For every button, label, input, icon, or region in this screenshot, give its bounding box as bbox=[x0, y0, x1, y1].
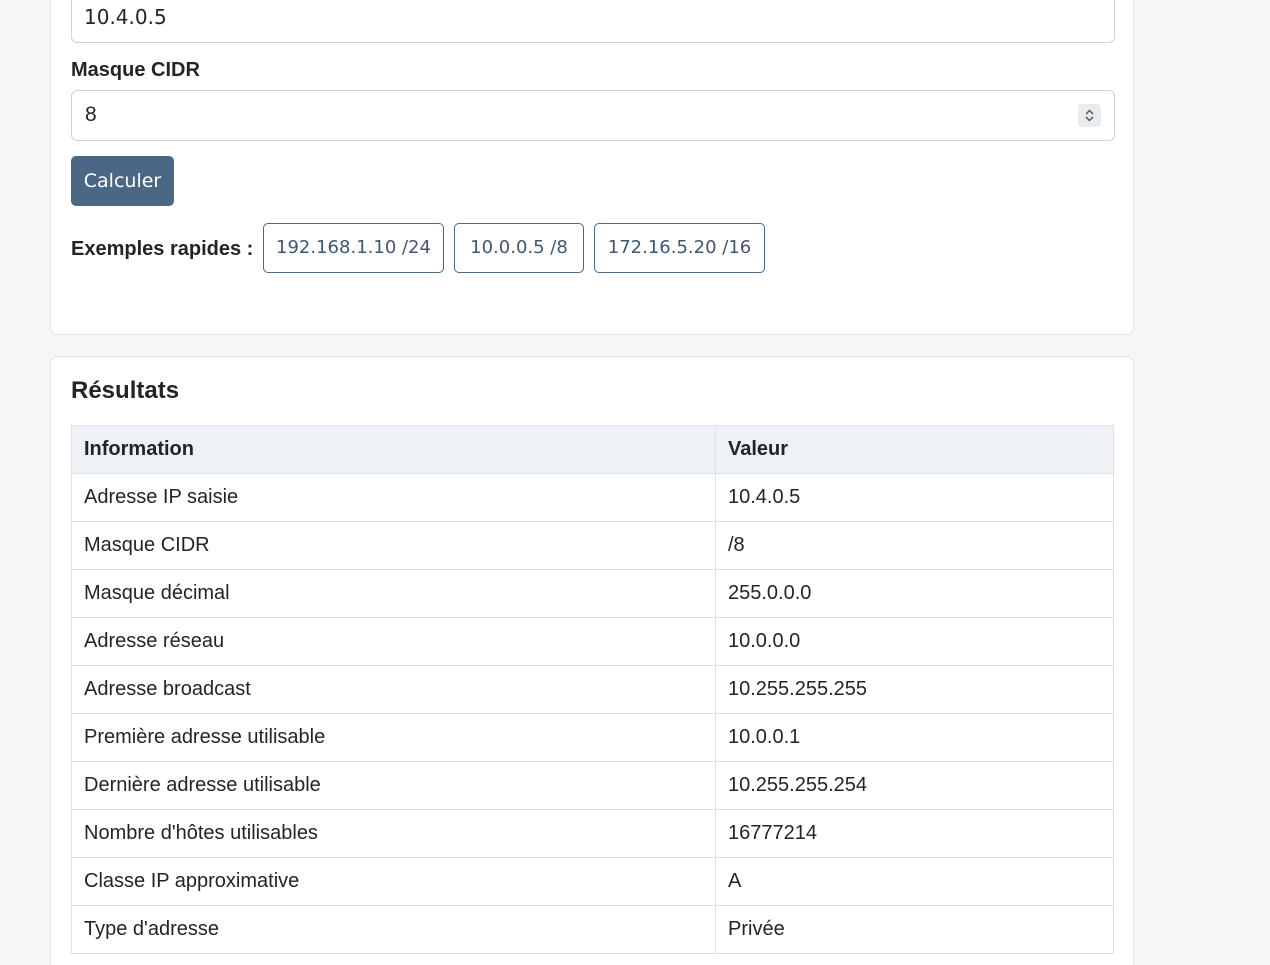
row-value: 10.255.255.254 bbox=[715, 761, 1114, 810]
row-value: 10.0.0.1 bbox=[715, 713, 1114, 762]
calculate-button[interactable]: Calculer bbox=[71, 156, 174, 206]
table-header-row: Information Valeur bbox=[71, 425, 1114, 474]
row-value: 255.0.0.0 bbox=[715, 569, 1114, 618]
row-label: Adresse broadcast bbox=[71, 665, 716, 714]
table-row: Masque décimal 255.0.0.0 bbox=[71, 569, 1114, 618]
row-label: Nombre d'hôtes utilisables bbox=[71, 809, 716, 858]
table-row: Adresse réseau 10.0.0.0 bbox=[71, 617, 1114, 666]
table-row: Classe IP approximative A bbox=[71, 857, 1114, 906]
row-label: Masque décimal bbox=[71, 569, 716, 618]
row-label: Dernière adresse utilisable bbox=[71, 761, 716, 810]
example-button-192-168-1-10[interactable]: 192.168.1.10 /24 bbox=[263, 223, 444, 273]
row-value: Privée bbox=[715, 905, 1114, 954]
calculator-form-card: 10.4.0.5 Masque CIDR 8 Calculer Exemples… bbox=[50, 0, 1134, 335]
page: 10.4.0.5 Masque CIDR 8 Calculer Exemples… bbox=[0, 0, 1270, 965]
row-label: Classe IP approximative bbox=[71, 857, 716, 906]
table-row: Type d'adresse Privée bbox=[71, 905, 1114, 954]
row-value: 10.255.255.255 bbox=[715, 665, 1114, 714]
results-title: Résultats bbox=[71, 377, 180, 404]
example-button-10-0-0-5[interactable]: 10.0.0.5 /8 bbox=[454, 223, 584, 273]
table-row: Dernière adresse utilisable 10.255.255.2… bbox=[71, 761, 1114, 810]
results-card: Résultats Information Valeur Adresse IP … bbox=[50, 356, 1134, 965]
row-value: 10.0.0.0 bbox=[715, 617, 1114, 666]
quick-examples-label: Exemples rapides : bbox=[71, 238, 254, 260]
row-label: Première adresse utilisable bbox=[71, 713, 716, 762]
table-row: Adresse IP saisie 10.4.0.5 bbox=[71, 473, 1114, 522]
number-spinner-icon[interactable] bbox=[1078, 104, 1101, 127]
row-label: Masque CIDR bbox=[71, 521, 716, 570]
row-value: A bbox=[715, 857, 1114, 906]
example-button-172-16-5-20[interactable]: 172.16.5.20 /16 bbox=[594, 223, 765, 273]
row-label: Type d'adresse bbox=[71, 905, 716, 954]
row-label: Adresse IP saisie bbox=[71, 473, 716, 522]
column-header-valeur: Valeur bbox=[715, 425, 1114, 474]
ip-address-input[interactable]: 10.4.0.5 bbox=[71, 0, 1115, 43]
cidr-label: Masque CIDR bbox=[71, 59, 200, 81]
row-label: Adresse réseau bbox=[71, 617, 716, 666]
results-table: Information Valeur Adresse IP saisie 10.… bbox=[71, 425, 1114, 954]
table-row: Masque CIDR /8 bbox=[71, 521, 1114, 570]
row-value: 16777214 bbox=[715, 809, 1114, 858]
row-value: /8 bbox=[715, 521, 1114, 570]
table-row: Adresse broadcast 10.255.255.255 bbox=[71, 665, 1114, 714]
row-value: 10.4.0.5 bbox=[715, 473, 1114, 522]
table-row: Première adresse utilisable 10.0.0.1 bbox=[71, 713, 1114, 762]
table-row: Nombre d'hôtes utilisables 16777214 bbox=[71, 809, 1114, 858]
column-header-information: Information bbox=[71, 425, 716, 474]
cidr-mask-input[interactable]: 8 bbox=[71, 90, 1115, 141]
cidr-value: 8 bbox=[85, 103, 97, 126]
